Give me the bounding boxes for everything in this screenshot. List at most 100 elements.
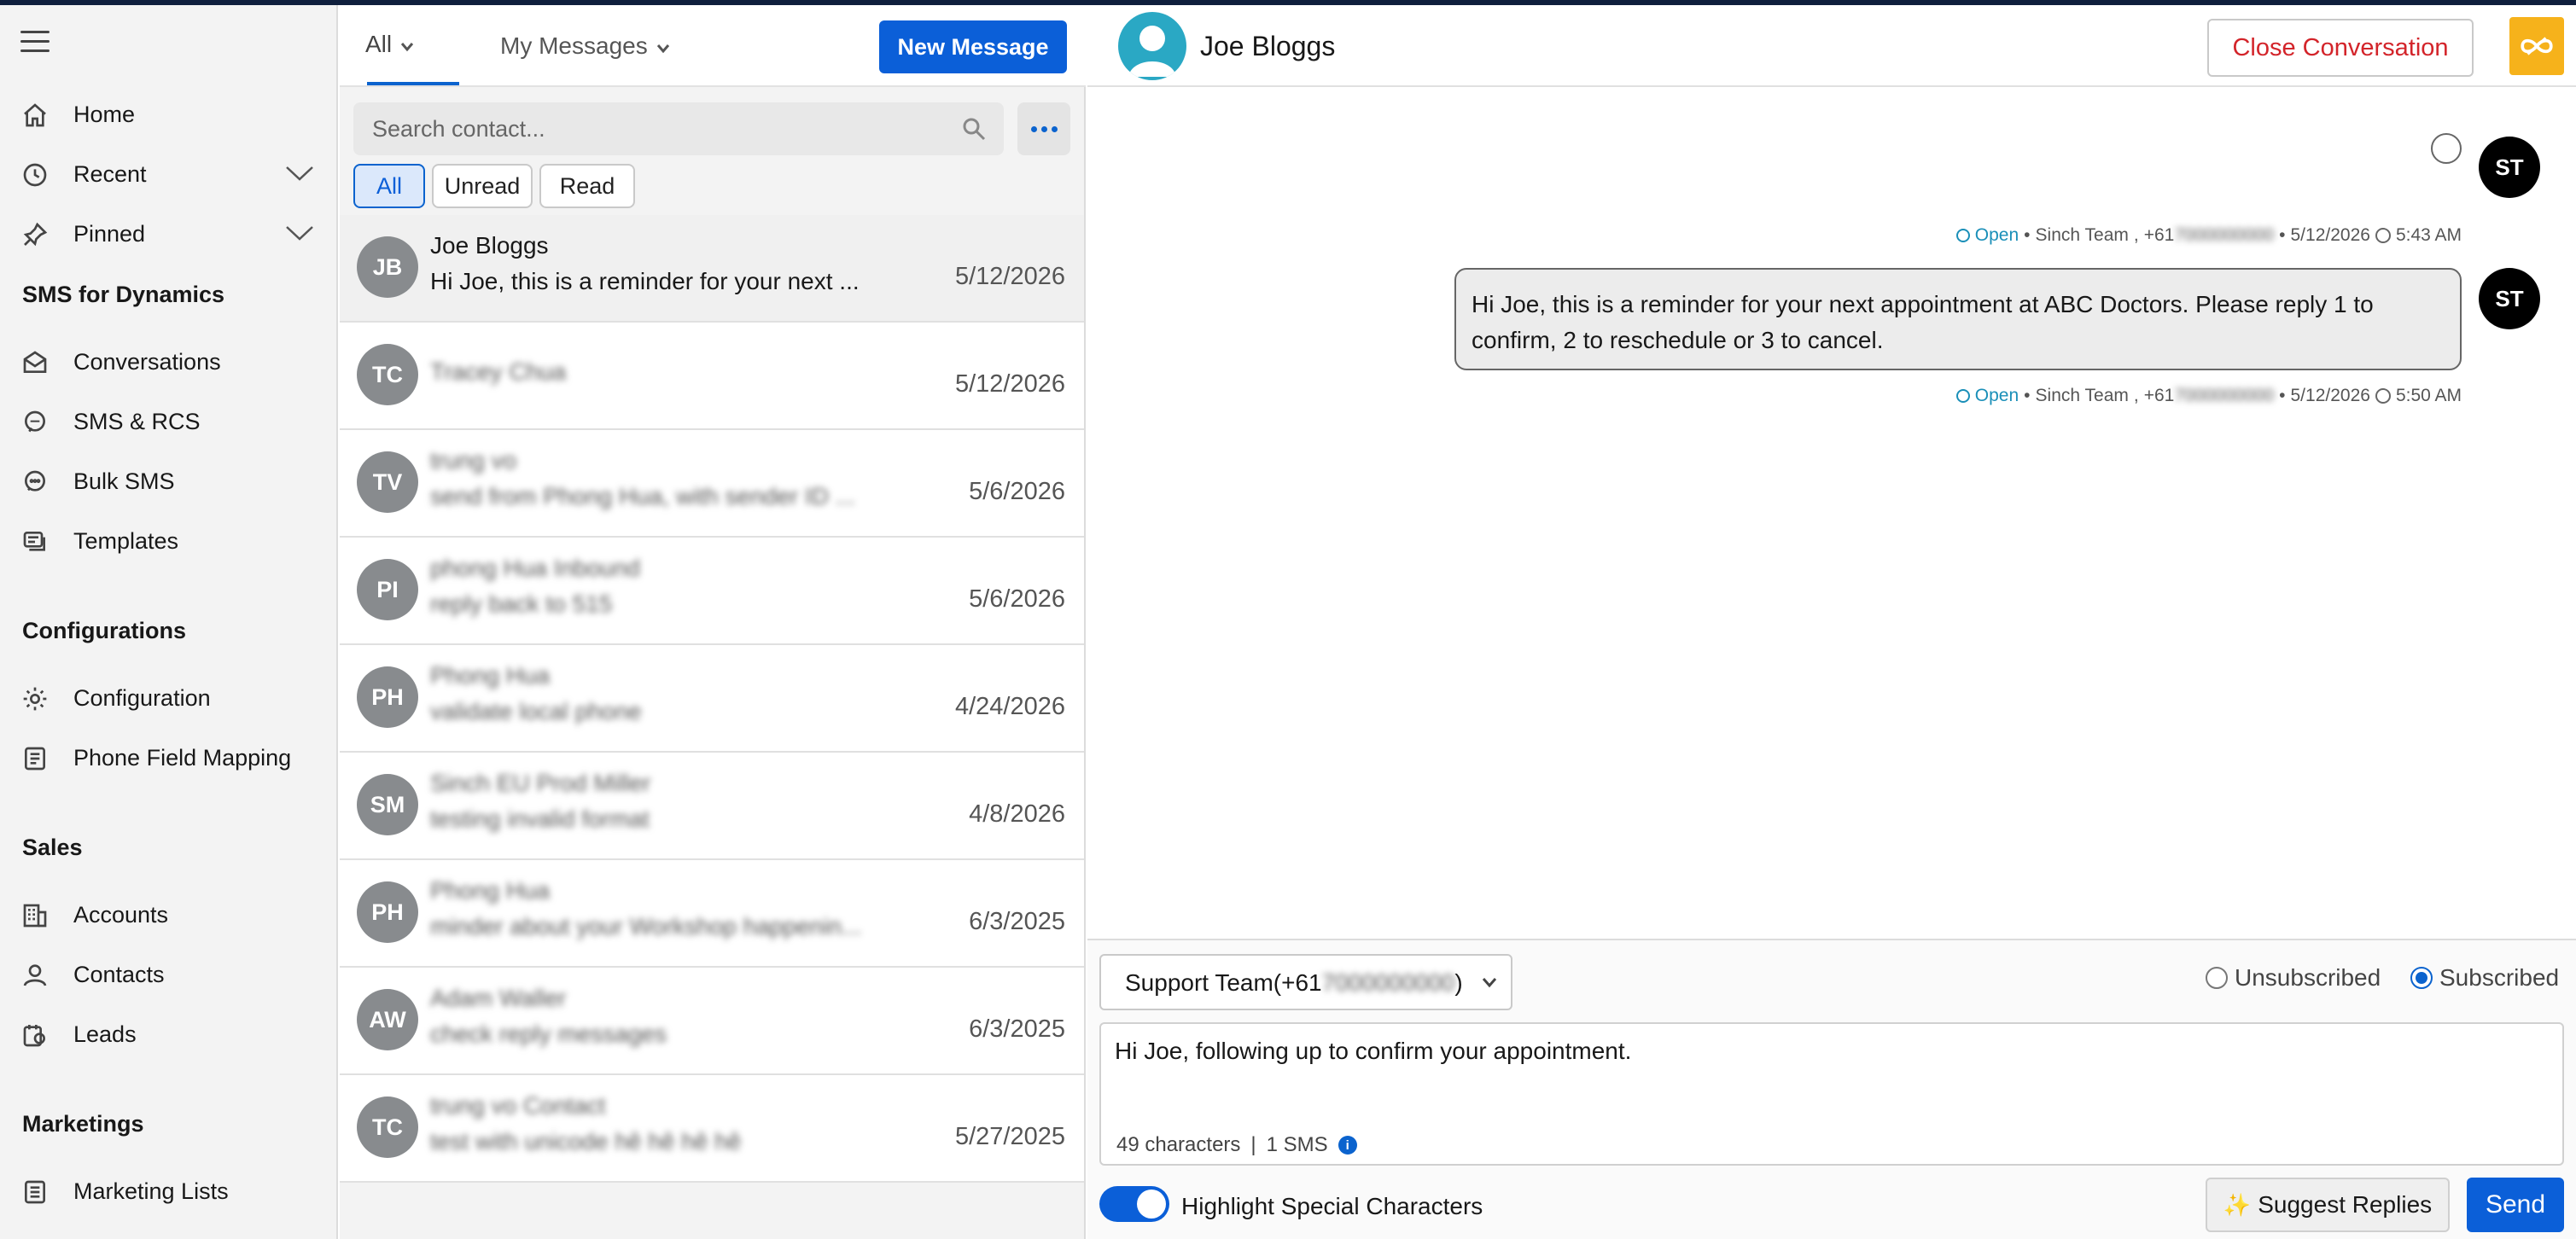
radio-subscribed[interactable]: Subscribed [2410, 964, 2559, 992]
conversation-date: 5/6/2026 [969, 478, 1065, 505]
radio-subscribed-control[interactable] [2410, 967, 2433, 989]
list-item[interactable]: TC Tracey Chua 5/12/2026 [340, 323, 1084, 430]
sidebar-item-label: Leads [73, 1021, 137, 1047]
section-title-sms-for-dynamics: SMS for Dynamics [22, 282, 225, 307]
message-box: Hi Joe, following up to confirm your app… [1099, 1022, 2564, 1166]
list-item[interactable]: JB Joe Bloggs Hi Joe, this is a reminder… [340, 215, 1084, 323]
conversation-name: Joe Bloggs [430, 232, 549, 259]
conversation-preview: Hi Joe, this is a reminder for your next… [430, 268, 860, 294]
chat-header: Joe Bloggs Close Conversation [1087, 5, 2576, 87]
list-item[interactable]: TV trung vo send from Phong Hua, with se… [340, 430, 1084, 538]
chevron-down-icon[interactable] [285, 164, 314, 183]
sidebar-item-marketing-lists[interactable]: Marketing Lists [0, 1166, 338, 1217]
avatar: PH [357, 666, 418, 728]
sidebar-item-label: Bulk SMS [73, 468, 175, 494]
sidebar-item-accounts[interactable]: Accounts [0, 889, 338, 940]
info-icon[interactable]: i [1338, 1136, 1357, 1155]
sidebar-item-configuration[interactable]: Configuration [0, 672, 338, 724]
sender-select-value: Support Team(+617000000000) [1125, 969, 1463, 997]
avatar: TC [357, 344, 418, 405]
sidebar-item-templates[interactable]: Templates [0, 515, 338, 567]
filter-unread[interactable]: Unread [432, 164, 533, 208]
search-input[interactable] [372, 113, 953, 145]
filter-all[interactable]: All [353, 164, 425, 208]
sms-icon [20, 408, 50, 437]
sidebar-item-conversations[interactable]: Conversations [0, 336, 338, 387]
conversation-date: 5/27/2025 [954, 1123, 1065, 1150]
chevron-down-icon [400, 31, 414, 58]
sender-label: Support Team(+61 [1125, 969, 1322, 996]
tab-all[interactable]: All [365, 31, 414, 58]
accounts-icon [20, 901, 50, 930]
clock-icon [2375, 228, 2391, 243]
meta-dot: • [2024, 386, 2031, 405]
conversation-date: 6/3/2025 [969, 908, 1065, 935]
status-ring-icon [1955, 229, 1970, 242]
meta-dot: • [2024, 225, 2031, 245]
sidebar-item-sms-rcs[interactable]: SMS & RCS [0, 396, 338, 447]
tab-all-label: All [365, 31, 393, 57]
sidebar-item-phone-field-mapping[interactable]: Phone Field Mapping [0, 732, 338, 783]
avatar: TC [357, 1096, 418, 1158]
sidebar: Home Recent Pinned SMS for Dynamics Conv… [0, 5, 338, 1239]
section-title-sales: Sales [22, 835, 83, 860]
sender-select[interactable]: Support Team(+617000000000) [1099, 954, 1512, 1010]
message-select-checkbox[interactable] [2431, 133, 2462, 164]
list-item[interactable]: TC trung vo Contact test with unicode hê… [340, 1075, 1084, 1183]
tab-my-messages[interactable]: My Messages [500, 32, 670, 60]
sinch-logo-icon[interactable] [2509, 17, 2564, 75]
conversation-name: trung vo [430, 447, 517, 474]
message-phone: +61 [2143, 225, 2175, 245]
conversation-date: 5/12/2026 [954, 370, 1065, 398]
sidebar-item-pinned[interactable]: Pinned [0, 208, 338, 259]
hamburger-menu-icon[interactable] [20, 31, 50, 53]
list-item[interactable]: SM Sinch EU Prod Miller testing invalid … [340, 753, 1084, 860]
list-item[interactable]: PH Phong Hua validate local phone 4/24/2… [340, 645, 1084, 753]
contact-avatar-icon [1118, 12, 1186, 80]
radio-unsubscribed-label: Unsubscribed [2235, 964, 2381, 991]
message-team: Sinch Team [2035, 225, 2129, 245]
close-conversation-button[interactable]: Close Conversation [2207, 19, 2474, 77]
sidebar-item-recent[interactable]: Recent [0, 148, 338, 200]
radio-subscribed-label: Subscribed [2439, 964, 2560, 991]
section-title-configurations: Configurations [22, 618, 186, 643]
sidebar-item-home[interactable]: Home [0, 89, 338, 140]
list-item[interactable]: PI phong Hua Inbound reply back to 515 5… [340, 538, 1084, 645]
sidebar-item-bulk-sms[interactable]: Bulk SMS [0, 456, 338, 507]
sidebar-item-contacts[interactable]: Contacts [0, 949, 338, 1000]
highlight-toggle-label: Highlight Special Characters [1181, 1193, 1483, 1219]
avatar: AW [357, 989, 418, 1050]
conversation-name: Adam Waller [430, 985, 567, 1011]
highlight-special-characters-toggle[interactable] [1099, 1186, 1169, 1222]
list-item[interactable]: PH Phong Hua minder about your Workshop … [340, 860, 1084, 968]
message-bubble[interactable]: Hi Joe, this is a reminder for your next… [1454, 268, 2462, 370]
radio-unsubscribed[interactable]: Unsubscribed [2206, 964, 2381, 992]
conversation-name: Tracey Chua [430, 358, 567, 385]
conversation-preview: reply back to 515 [430, 590, 613, 617]
more-options-button[interactable] [1017, 102, 1070, 155]
contact-name: Joe Bloggs [1200, 31, 1336, 61]
sidebar-item-leads[interactable]: Leads [0, 1009, 338, 1060]
list-item[interactable]: AW Adam Waller check reply messages 6/3/… [340, 968, 1084, 1075]
message-time: 5:43 AM [2395, 225, 2462, 245]
message-textarea[interactable]: Hi Joe, following up to confirm your app… [1115, 1038, 2549, 1106]
filter-read[interactable]: Read [539, 164, 635, 208]
message-status: Open [1955, 386, 2019, 406]
send-button[interactable]: Send [2467, 1178, 2564, 1232]
avatar: PI [357, 559, 418, 620]
meta-dot: • [2279, 225, 2286, 245]
conversation-name: Sinch EU Prod Miller [430, 770, 651, 796]
sidebar-item-label: Templates [73, 527, 179, 554]
sidebar-item-label: Conversations [73, 348, 221, 375]
new-message-button[interactable]: New Message [879, 20, 1067, 73]
sparkle-icon: ✨ [2223, 1191, 2252, 1218]
radio-unsubscribed-control[interactable] [2206, 967, 2228, 989]
conversation-preview: testing invalid format [430, 806, 650, 832]
chat-panel: Joe Bloggs Close Conversation ST Open • … [1087, 5, 2576, 1239]
chevron-down-icon[interactable] [285, 224, 314, 242]
char-count: 49 characters [1116, 1133, 1241, 1156]
conversations-icon [20, 348, 50, 377]
search-icon[interactable] [961, 116, 987, 142]
active-tab-indicator [367, 82, 459, 85]
suggest-replies-button[interactable]: ✨ Suggest Replies [2206, 1178, 2450, 1232]
